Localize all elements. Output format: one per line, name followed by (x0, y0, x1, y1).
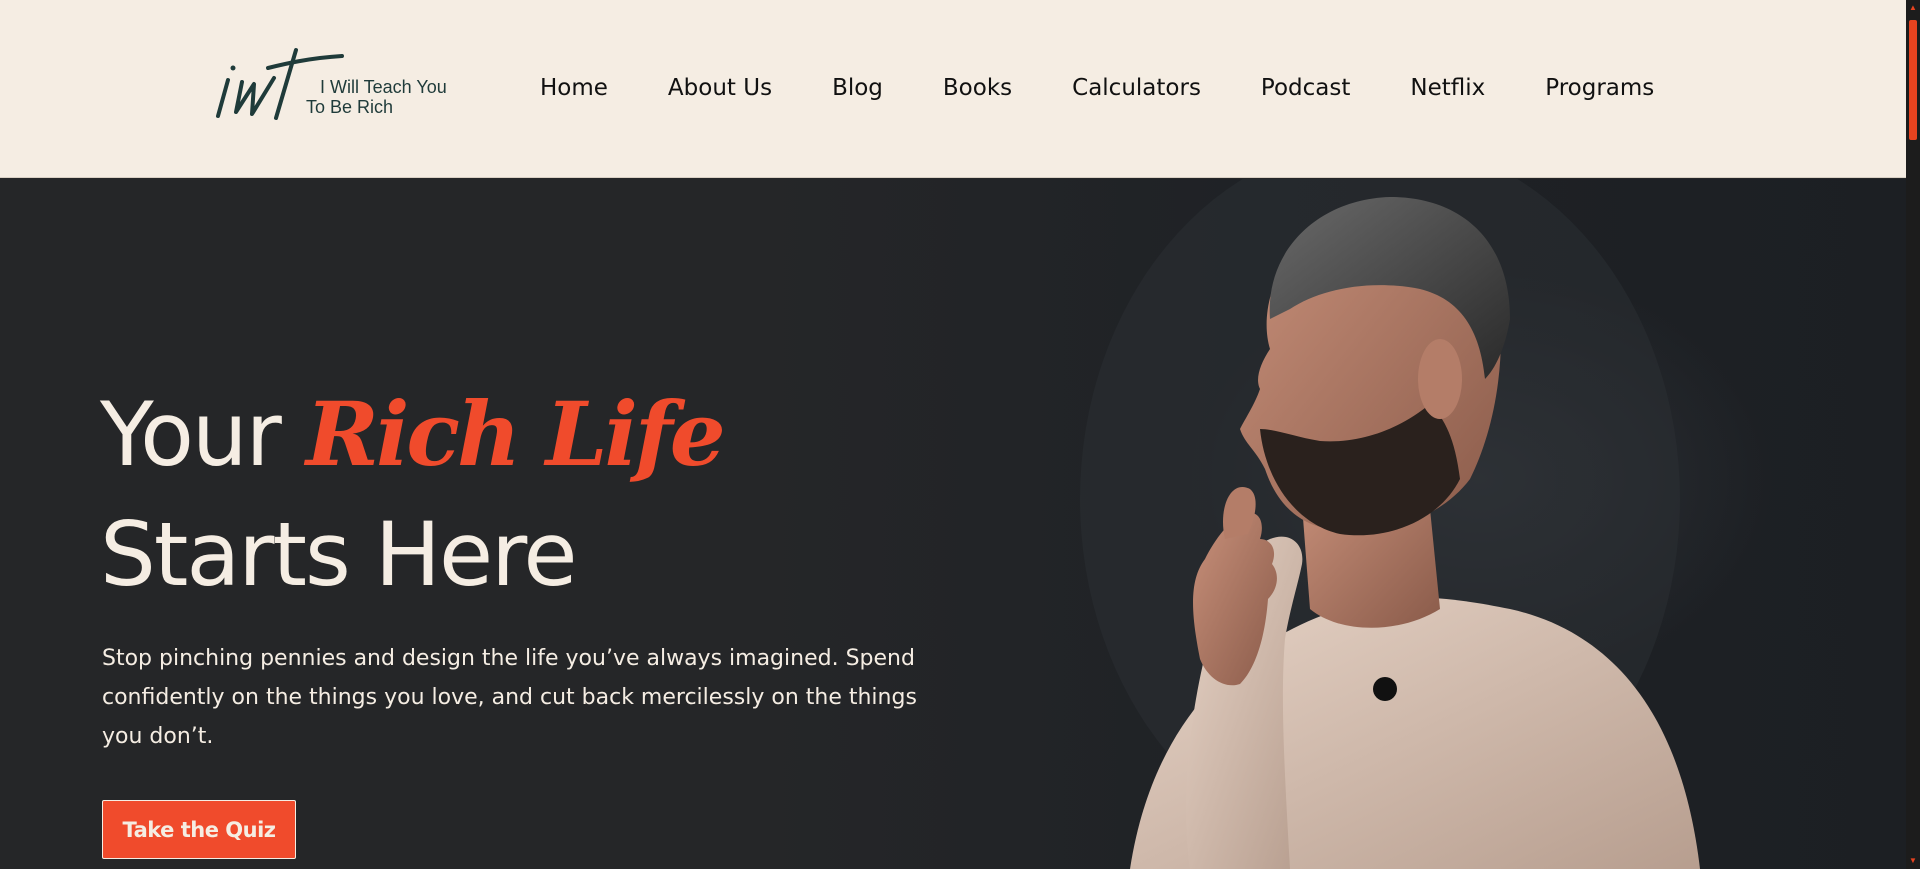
nav-programs[interactable]: Programs (1545, 68, 1654, 108)
logo-text-line2: To Be Rich (306, 97, 394, 117)
hero-speaker-photo (1080, 179, 1700, 869)
page-scrollbar[interactable]: ▲ ▼ (1906, 0, 1920, 869)
nav-podcast[interactable]: Podcast (1261, 68, 1350, 108)
scroll-thumb[interactable] (1909, 20, 1917, 140)
hero-title: Your Rich Life Starts Here (100, 374, 726, 615)
hero-description: Stop pinching pennies and design the lif… (102, 646, 917, 749)
nav-blog[interactable]: Blog (832, 68, 883, 108)
site-header: I Will Teach You To Be Rich Home About U… (0, 0, 1906, 178)
take-quiz-button[interactable]: Take the Quiz (102, 800, 296, 859)
logo-text-line1: I Will Teach You (320, 77, 447, 97)
scroll-up-arrow-icon[interactable]: ▲ (1906, 2, 1920, 14)
nav-home[interactable]: Home (540, 68, 608, 108)
page: I Will Teach You To Be Rich Home About U… (0, 0, 1920, 869)
site-logo[interactable]: I Will Teach You To Be Rich (214, 44, 464, 124)
hero-section: Your Rich Life Starts Here Stop pinching… (0, 179, 1906, 869)
hero-title-line1: Your Rich Life (100, 374, 726, 495)
main-nav: Home About Us Blog Books Calculators Pod… (540, 68, 1654, 108)
hero-title-word: Your (100, 383, 282, 486)
nav-books[interactable]: Books (943, 68, 1012, 108)
nav-calculators[interactable]: Calculators (1072, 68, 1201, 108)
nav-about-us[interactable]: About Us (668, 68, 772, 108)
hero-title-line2: Starts Here (100, 503, 577, 606)
scroll-down-arrow-icon[interactable]: ▼ (1906, 855, 1920, 867)
nav-netflix[interactable]: Netflix (1410, 68, 1485, 108)
hero-title-accent: Rich Life (305, 382, 726, 486)
